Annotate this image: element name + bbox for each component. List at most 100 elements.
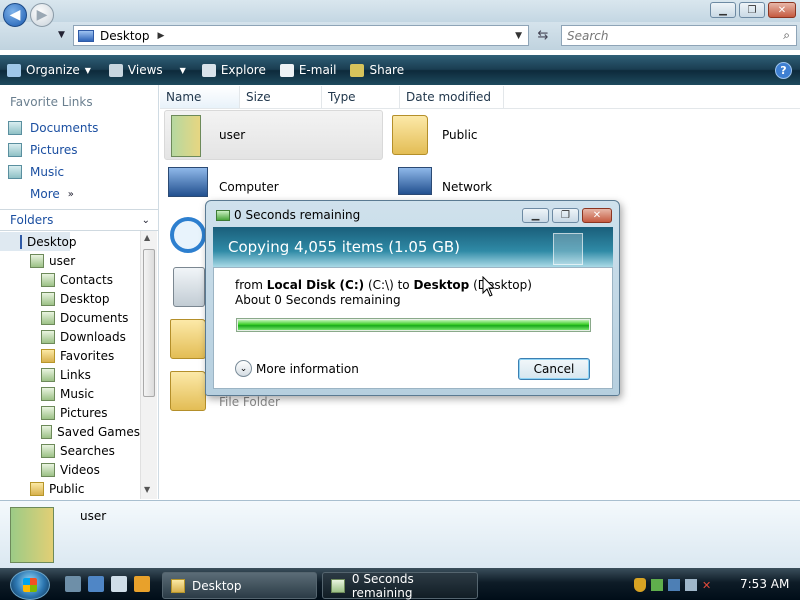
explore-icon [201,63,216,77]
tree-item-searches[interactable]: Searches [0,441,140,460]
forward-button[interactable]: ▶ [30,3,54,27]
close-button[interactable]: ✕ [768,2,796,18]
minimize-button[interactable]: ▁ [710,2,736,18]
favorite-links-heading: Favorite Links [10,95,93,109]
volume-muted-icon[interactable]: ✕ [702,579,711,592]
views-button[interactable]: Views ▼ [102,55,193,85]
breadcrumb-arrow-icon[interactable]: ▶ [158,31,165,41]
favorite-link-documents[interactable]: Documents [0,117,158,139]
dialog-maximize-button[interactable]: ❐ [552,208,579,223]
file-item-public[interactable]: Public [390,111,590,159]
column-label: Type [328,89,356,104]
tree-item-desktop[interactable]: Desktop [0,232,77,251]
email-label: E-mail [298,63,337,77]
favorite-link-label: Pictures [30,143,78,157]
explore-button[interactable]: Explore [195,55,273,85]
address-bar[interactable]: Desktop ▶ ▼ [73,25,529,46]
folder-tree-scrollbar[interactable]: ▲ ▼ [140,231,157,499]
tree-item-contacts[interactable]: Contacts [0,270,140,289]
more-info-label: More information [256,361,359,376]
pictures-icon [41,405,55,420]
destination-name: Desktop [413,278,470,292]
column-name[interactable]: Name [160,85,240,108]
network-status-icon[interactable] [651,579,663,591]
search-icon[interactable]: ⌕ [783,28,790,43]
music-icon [8,165,22,179]
email-button[interactable]: E-mail [273,55,344,85]
switch-windows-icon[interactable] [88,576,104,592]
tree-item-downloads[interactable]: Downloads [0,327,140,346]
file-item-computer[interactable]: Computer [166,165,366,205]
column-size[interactable]: Size [240,85,322,108]
dialog-minimize-button[interactable]: ▁ [522,208,549,223]
favorite-link-pictures[interactable]: Pictures [0,139,158,161]
column-label: Size [246,89,271,104]
column-date-modified[interactable]: Date modified [400,85,504,108]
back-button[interactable]: ◀ [3,3,27,27]
taskbar-item-copy[interactable]: 0 Seconds remaining [322,571,478,600]
scroll-down-icon[interactable]: ▼ [144,485,150,494]
tree-label: Links [60,367,91,382]
cancel-button[interactable]: Cancel [518,358,590,380]
internet-explorer-icon[interactable] [170,217,206,253]
recycle-bin-icon[interactable] [173,267,205,307]
column-type[interactable]: Type [322,85,400,108]
views-icon [108,63,123,77]
double-chevron-icon: » [67,188,74,200]
favorite-link-music[interactable]: Music [0,161,158,183]
maximize-button[interactable]: ❐ [739,2,765,18]
file-item-network[interactable]: Network [396,165,596,205]
folder-icon [171,578,185,593]
refresh-button[interactable]: ⇆ [531,25,555,46]
device-icon[interactable] [668,579,680,591]
task-label: 0 Seconds remaining [351,571,414,600]
address-dropdown-icon[interactable]: ▼ [515,31,522,41]
chevron-down-icon: ⌄ [141,214,150,226]
dialog-close-button[interactable]: ✕ [582,208,612,223]
forward-arrow-icon: ▶ [36,7,48,23]
tree-item-desktop-folder[interactable]: Desktop [0,289,140,308]
refresh-icon: ⇆ [537,28,549,43]
media-player-icon[interactable] [134,576,150,592]
taskbar-item-desktop[interactable]: Desktop [162,572,317,599]
tree-item-music[interactable]: Music [0,384,140,403]
tree-label: Public [49,481,85,496]
tree-item-links[interactable]: Links [0,365,140,384]
folder-icon[interactable] [170,319,206,359]
tree-label: Music [60,386,95,401]
tree-item-pictures[interactable]: Pictures [0,403,140,422]
recent-pages-dropdown[interactable]: ▼ [58,30,65,40]
more-information-toggle[interactable]: ⌄ More information [235,360,359,377]
folder-tree: Desktop user Contacts Desktop Documents … [0,232,140,499]
file-name: Network [442,180,493,194]
documents-icon [8,121,22,135]
tree-item-saved-games[interactable]: Saved Games [0,422,140,441]
close-icon: ✕ [777,4,787,16]
folders-header[interactable]: Folders ⌄ [0,209,158,231]
close-icon: ✕ [592,210,602,221]
share-button[interactable]: Share [343,55,411,85]
tree-item-videos[interactable]: Videos [0,460,140,479]
scroll-up-icon[interactable]: ▲ [144,233,150,242]
tree-item-documents[interactable]: Documents [0,308,140,327]
start-button[interactable] [10,570,50,600]
organize-button[interactable]: Organize ▼ [0,55,98,85]
more-links-button[interactable]: More » [0,183,158,205]
tree-item-favorites[interactable]: Favorites [0,346,140,365]
tree-item-public[interactable]: Public [0,479,140,498]
folder-icon[interactable] [170,371,206,411]
clock[interactable]: 7:53 AM [740,577,789,591]
help-icon[interactable]: ? [775,62,792,79]
scrollbar-thumb[interactable] [143,249,155,397]
search-input[interactable]: Search ⌕ [561,25,797,46]
file-item-user[interactable]: user [164,110,383,160]
quicklaunch-explorer-icon[interactable] [111,576,127,592]
monitor-icon[interactable] [685,579,697,591]
security-shield-icon[interactable] [634,578,646,592]
show-desktop-icon[interactable] [65,576,81,592]
tree-item-user[interactable]: user [0,251,140,270]
source-path: (C:\) [367,278,394,292]
chevron-down-icon: ⌄ [235,360,252,377]
chevron-down-icon: ▼ [179,65,186,75]
copy-document-icon [553,233,583,265]
